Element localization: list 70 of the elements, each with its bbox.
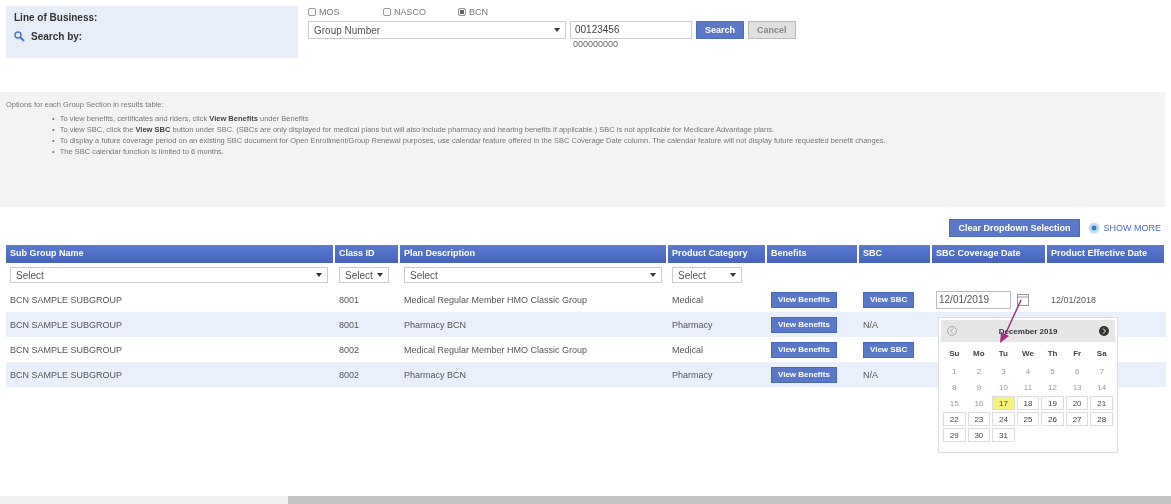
- column-header: SBC Coverage Date: [932, 245, 1047, 263]
- table-cell: 8002: [335, 362, 400, 387]
- weekday-label: Mo: [972, 348, 986, 360]
- column-header: Product Effective Date: [1047, 245, 1166, 263]
- weekday-label: Tu: [997, 348, 1009, 360]
- table-cell: BCN SAMPLE SUBGROUP: [6, 312, 335, 337]
- search-input[interactable]: 00123456: [570, 21, 692, 39]
- column-header: Benefits: [767, 245, 859, 263]
- column-header: SBC: [859, 245, 932, 263]
- calendar-day[interactable]: 21: [1090, 396, 1113, 410]
- search-type-dropdown[interactable]: Group Number: [308, 21, 566, 39]
- radio-option[interactable]: NASCO: [383, 7, 458, 17]
- calendar-day[interactable]: 19: [1041, 396, 1064, 410]
- calendar-day[interactable]: 17: [992, 396, 1015, 410]
- calendar-day[interactable]: 25: [1016, 412, 1040, 426]
- calendar-day[interactable]: 28: [1090, 412, 1113, 426]
- view-sbc-button[interactable]: View SBC: [863, 341, 915, 358]
- weekday-label: We: [1021, 348, 1035, 360]
- column-header: Class ID: [335, 245, 400, 263]
- table-cell: N/A: [859, 312, 932, 337]
- view-benefits-button[interactable]: View Benefits: [771, 316, 837, 333]
- table-cell: Pharmacy BCN: [400, 312, 668, 337]
- filter-dropdown[interactable]: Select: [672, 267, 742, 283]
- clear-dropdown-button[interactable]: Clear Dropdown Selection: [949, 219, 1080, 237]
- search-button[interactable]: Search: [696, 21, 745, 39]
- view-benefits-button[interactable]: View Benefits: [771, 291, 837, 308]
- filter-dropdown[interactable]: Select: [10, 267, 328, 283]
- column-header: Plan Description: [400, 245, 668, 263]
- calendar-day[interactable]: 22: [943, 412, 966, 426]
- prev-month-icon[interactable]: [947, 326, 957, 336]
- table-cell: BCN SAMPLE SUBGROUP: [6, 362, 335, 387]
- table-cell: 8001: [335, 312, 400, 337]
- weekday-label: Su: [948, 348, 961, 360]
- show-more-link[interactable]: SHOW MORE: [1087, 222, 1161, 234]
- weekday-label: Th: [1046, 348, 1059, 360]
- view-sbc-button[interactable]: View SBC: [863, 291, 915, 308]
- radio-option[interactable]: MOS: [308, 7, 383, 17]
- calendar-icon[interactable]: [1017, 293, 1029, 306]
- calendar-day[interactable]: 30: [967, 428, 991, 442]
- calendar-day[interactable]: 20: [1065, 396, 1089, 410]
- table-cell: Pharmacy: [668, 362, 767, 387]
- search-by-label: Search by:: [31, 31, 83, 42]
- table-cell: Pharmacy BCN: [400, 362, 668, 387]
- horizontal-scrollbar[interactable]: [0, 496, 1171, 504]
- view-benefits-button[interactable]: View Benefits: [771, 366, 837, 383]
- calendar-day[interactable]: 27: [1065, 412, 1089, 426]
- calendar-day[interactable]: 26: [1041, 412, 1064, 426]
- search-icon: [14, 31, 25, 42]
- calendar-day[interactable]: 18: [1016, 396, 1040, 410]
- scrollbar-thumb[interactable]: [288, 496, 1171, 504]
- calendar-day[interactable]: 23: [967, 412, 991, 426]
- calendar-day[interactable]: 24: [992, 412, 1015, 426]
- radio-dot-icon: [1087, 222, 1100, 234]
- table-cell: Pharmacy: [668, 312, 767, 337]
- search-hint: 000000000: [572, 39, 620, 49]
- weekday-label: Sa: [1095, 348, 1108, 360]
- table-cell: N/A: [859, 362, 932, 387]
- column-header: Sub Group Name: [6, 245, 335, 263]
- radio-option[interactable]: BCN: [458, 7, 518, 17]
- cancel-button[interactable]: Cancel: [748, 21, 796, 39]
- view-benefits-button[interactable]: View Benefits: [771, 341, 837, 358]
- line-of-business-label: Line of Business:: [14, 12, 98, 23]
- filter-dropdown[interactable]: Select: [404, 267, 662, 283]
- column-header: Product Category: [668, 245, 767, 263]
- calendar-day[interactable]: 31: [992, 428, 1015, 442]
- weekday-label: Fr: [1072, 348, 1083, 360]
- next-month-icon[interactable]: [1099, 326, 1109, 336]
- filter-dropdown[interactable]: Select: [339, 267, 389, 283]
- date-field[interactable]: 12/01/2019: [936, 290, 1011, 309]
- calendar-day[interactable]: 29: [943, 428, 966, 442]
